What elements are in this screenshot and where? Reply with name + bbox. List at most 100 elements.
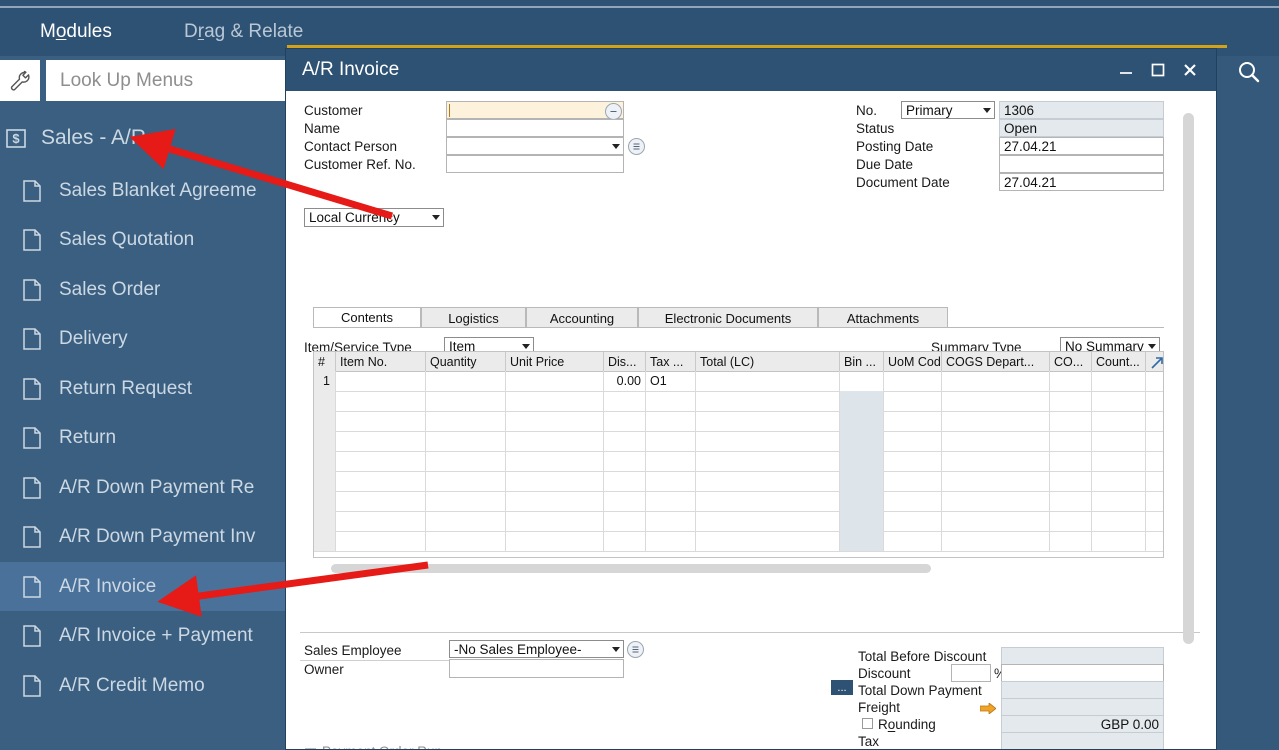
- grid-cell-tax[interactable]: [646, 471, 696, 491]
- total-field-total-before-discount[interactable]: [1001, 647, 1164, 665]
- grid-cell-cogsd[interactable]: [942, 511, 1050, 531]
- rounding-checkbox[interactable]: [862, 718, 873, 729]
- grid-cell-qty[interactable]: [426, 431, 506, 451]
- expand-grid-icon[interactable]: [1150, 356, 1163, 369]
- field-status[interactable]: Open: [999, 119, 1164, 137]
- grid-cell-cogsd[interactable]: [942, 371, 1050, 391]
- grid-cell-bin[interactable]: [840, 471, 884, 491]
- menu-tab-modules[interactable]: Modules: [26, 8, 126, 56]
- sidebar-item-delivery[interactable]: Delivery: [0, 315, 287, 364]
- grid-cell-disc[interactable]: [604, 391, 646, 411]
- grid-cell-co[interactable]: [1050, 451, 1092, 471]
- grid-row[interactable]: [314, 531, 1163, 552]
- grid-row[interactable]: [314, 491, 1163, 512]
- field-customer[interactable]: [446, 101, 624, 120]
- grid-cell-price[interactable]: [506, 491, 604, 511]
- grid-row[interactable]: [314, 391, 1163, 412]
- minimize-icon[interactable]: [1112, 57, 1140, 83]
- field-posting-date[interactable]: 27.04.21: [999, 137, 1164, 155]
- grid-cell-count[interactable]: [1092, 451, 1146, 471]
- grid-cell-co[interactable]: [1050, 471, 1092, 491]
- grid-cell-qty[interactable]: [426, 471, 506, 491]
- grid-column-header-item[interactable]: Item No.: [336, 352, 426, 371]
- grid-cell-cogsd[interactable]: [942, 431, 1050, 451]
- grid-cell-co[interactable]: [1050, 531, 1092, 551]
- grid-cell-uom[interactable]: [884, 371, 942, 391]
- grid-cell-idx[interactable]: [314, 411, 336, 431]
- grid-cell-count[interactable]: [1092, 391, 1146, 411]
- grid-cell-total[interactable]: [696, 531, 840, 551]
- expand-totals-button[interactable]: ...: [831, 680, 853, 695]
- grid-cell-disc[interactable]: [604, 471, 646, 491]
- grid-cell-qty[interactable]: [426, 451, 506, 471]
- grid-cell-price[interactable]: [506, 451, 604, 471]
- line-items-grid[interactable]: # Item No. Quantity Unit Price Dis... Tax ...…: [313, 351, 1164, 558]
- window-vertical-scrollbar[interactable]: [1183, 104, 1196, 652]
- grid-cell-tax[interactable]: [646, 511, 696, 531]
- field-document-date[interactable]: 27.04.21: [999, 173, 1164, 191]
- grid-cell-uom[interactable]: [884, 451, 942, 471]
- orange-arrow-icon[interactable]: [979, 701, 997, 715]
- grid-cell-bin[interactable]: [840, 531, 884, 551]
- grid-column-header-uom[interactable]: UoM Code: [884, 352, 942, 371]
- grid-cell-disc[interactable]: [604, 451, 646, 471]
- total-field-total-down-payment[interactable]: [1001, 681, 1164, 699]
- grid-cell-count[interactable]: [1092, 511, 1146, 531]
- grid-cell-price[interactable]: [506, 371, 604, 391]
- contact-person-list-icon[interactable]: [628, 138, 645, 155]
- grid-column-header-idx[interactable]: #: [314, 352, 336, 371]
- grid-cell-disc[interactable]: [604, 491, 646, 511]
- grid-cell-cogsd[interactable]: [942, 411, 1050, 431]
- grid-column-header-price[interactable]: Unit Price: [506, 352, 604, 371]
- field-due-date[interactable]: [999, 155, 1164, 173]
- grid-cell-tax[interactable]: [646, 491, 696, 511]
- grid-cell-total[interactable]: [696, 371, 840, 391]
- grid-cell-item[interactable]: [336, 491, 426, 511]
- grid-horizontal-scrollbar-thumb[interactable]: [331, 564, 931, 573]
- grid-cell-qty[interactable]: [426, 491, 506, 511]
- grid-cell-count[interactable]: [1092, 531, 1146, 551]
- grid-cell-bin[interactable]: [840, 431, 884, 451]
- grid-cell-idx[interactable]: [314, 531, 336, 551]
- grid-cell-count[interactable]: [1092, 471, 1146, 491]
- sidebar-item-a-r-down-payment-inv[interactable]: A/R Down Payment Inv: [0, 513, 287, 562]
- grid-cell-total[interactable]: [696, 391, 840, 411]
- tab-contents[interactable]: Contents: [313, 307, 421, 328]
- grid-cell-count[interactable]: [1092, 411, 1146, 431]
- grid-cell-bin[interactable]: [840, 491, 884, 511]
- grid-cell-tax[interactable]: [646, 411, 696, 431]
- grid-cell-price[interactable]: [506, 471, 604, 491]
- grid-cell-total[interactable]: [696, 411, 840, 431]
- sidebar-item-a-r-invoice[interactable]: A/R Invoice: [0, 562, 287, 611]
- grid-cell-total[interactable]: [696, 471, 840, 491]
- grid-cell-uom[interactable]: [884, 471, 942, 491]
- grid-cell-disc[interactable]: [604, 531, 646, 551]
- grid-cell-total[interactable]: [696, 451, 840, 471]
- grid-cell-disc[interactable]: [604, 431, 646, 451]
- global-search-icon[interactable]: [1228, 50, 1270, 94]
- grid-cell-idx[interactable]: 1: [314, 371, 336, 391]
- grid-cell-count[interactable]: [1092, 431, 1146, 451]
- grid-cell-item[interactable]: [336, 411, 426, 431]
- grid-column-header-total[interactable]: Total (LC): [696, 352, 840, 371]
- grid-cell-total[interactable]: [696, 491, 840, 511]
- grid-cell-bin[interactable]: [840, 511, 884, 531]
- grid-cell-item[interactable]: [336, 471, 426, 491]
- field-customer-ref-no[interactable]: [446, 155, 624, 173]
- total-field-rounding[interactable]: GBP 0.00: [1001, 715, 1164, 733]
- grid-column-header-qty[interactable]: Quantity: [426, 352, 506, 371]
- grid-cell-uom[interactable]: [884, 531, 942, 551]
- grid-cell-bin[interactable]: [840, 411, 884, 431]
- owner-field[interactable]: [449, 659, 624, 678]
- grid-row[interactable]: [314, 431, 1163, 452]
- grid-cell-item[interactable]: [336, 371, 426, 391]
- sales-employee-list-icon[interactable]: [627, 641, 644, 658]
- sidebar-item-return-request[interactable]: Return Request: [0, 364, 287, 413]
- grid-cell-disc[interactable]: 0.00: [604, 371, 646, 391]
- grid-cell-qty[interactable]: [426, 371, 506, 391]
- grid-cell-item[interactable]: [336, 391, 426, 411]
- grid-cell-bin[interactable]: [840, 451, 884, 471]
- grid-cell-uom[interactable]: [884, 511, 942, 531]
- field-no[interactable]: 1306: [999, 101, 1164, 119]
- sidebar-item-sales-order[interactable]: Sales Order: [0, 265, 287, 314]
